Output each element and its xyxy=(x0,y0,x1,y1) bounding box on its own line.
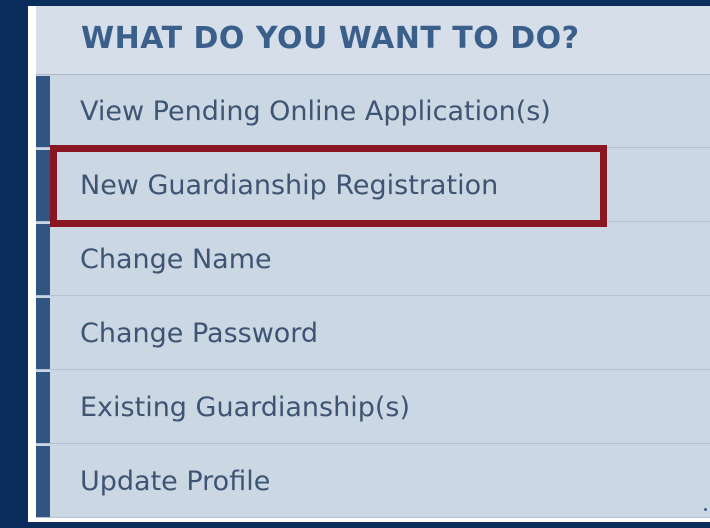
menu-item-change-password[interactable]: Change Password xyxy=(36,298,710,370)
menu-item-accent-bar xyxy=(36,150,50,221)
menu-item-existing-guardianships[interactable]: Existing Guardianship(s) xyxy=(36,372,710,444)
menu-header: WHAT DO YOU WANT TO DO? xyxy=(36,6,710,75)
menu-item-accent-bar xyxy=(36,446,50,517)
menu-item-new-guardianship-registration[interactable]: New Guardianship Registration xyxy=(36,150,710,222)
menu-item-update-profile[interactable]: Update Profile xyxy=(36,446,710,518)
menu-panel-inner: WHAT DO YOU WANT TO DO? View Pending Onl… xyxy=(36,6,710,518)
menu-item-view-pending-applications[interactable]: View Pending Online Application(s) xyxy=(36,76,710,148)
menu-item-label: New Guardianship Registration xyxy=(80,170,499,201)
menu-header-title: WHAT DO YOU WANT TO DO? xyxy=(81,21,580,56)
menu-item-label: Update Profile xyxy=(80,466,271,497)
menu-item-label: Change Name xyxy=(80,244,272,275)
menu-item-accent-bar xyxy=(36,76,50,147)
menu-item-label: Existing Guardianship(s) xyxy=(80,392,410,423)
menu-item-label: View Pending Online Application(s) xyxy=(80,96,551,127)
decorative-dot xyxy=(704,508,707,511)
action-menu: View Pending Online Application(s) New G… xyxy=(36,76,710,520)
menu-item-accent-bar xyxy=(36,224,50,295)
menu-item-label: Change Password xyxy=(80,318,319,349)
menu-item-accent-bar xyxy=(36,372,50,443)
menu-item-change-name[interactable]: Change Name xyxy=(36,224,710,296)
menu-panel: WHAT DO YOU WANT TO DO? View Pending Onl… xyxy=(28,6,710,522)
menu-item-accent-bar xyxy=(36,298,50,369)
